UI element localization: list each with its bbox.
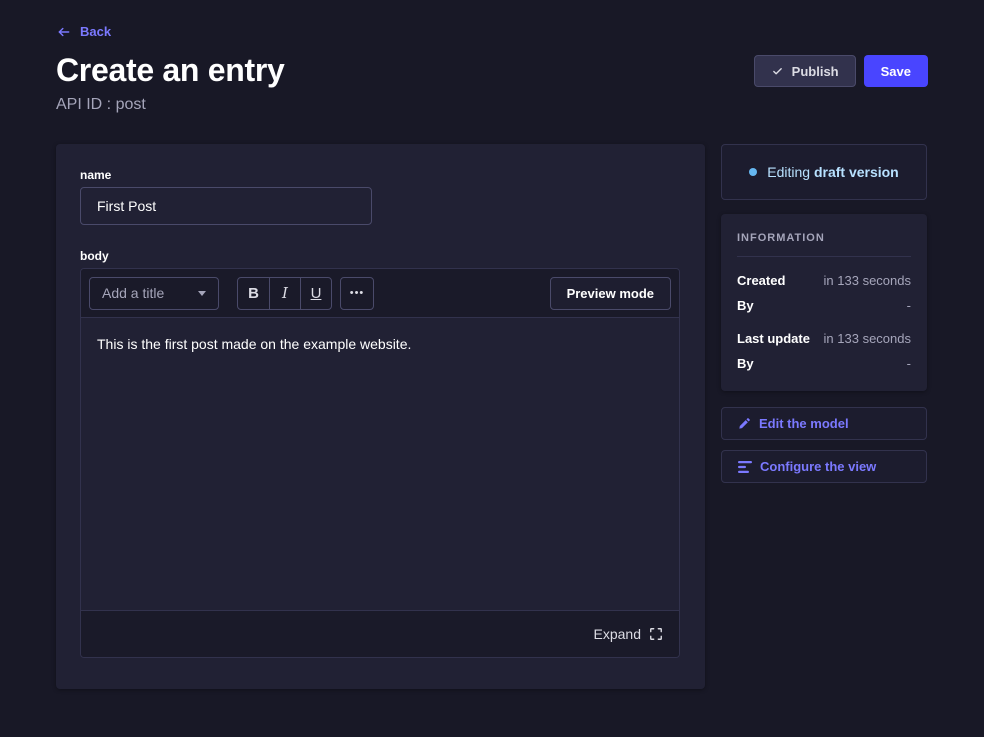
save-label: Save [881,64,911,79]
draft-status-text: Editing draft version [767,164,899,180]
arrow-left-icon [56,25,72,39]
body-text: This is the first post made on the examp… [97,334,663,355]
name-input[interactable] [80,187,372,225]
info-row-created-by: By - [737,298,911,313]
preview-mode-label: Preview mode [567,286,654,301]
draft-status-banner: Editing draft version [721,144,927,200]
configure-view-button[interactable]: Configure the view [721,450,927,483]
name-field-label: name [80,168,681,182]
body-field-label: body [80,249,681,263]
editor-footer: Expand [81,610,679,657]
publish-button[interactable]: Publish [754,55,856,87]
pencil-icon [738,417,751,430]
information-divider [737,256,911,257]
info-row-created: Created in 133 seconds [737,273,911,288]
chevron-down-icon [198,291,206,296]
back-link[interactable]: Back [56,24,111,39]
rich-text-editor: Add a title B I U ••• Preview mode [80,268,680,658]
expand-button[interactable]: Expand [594,626,663,642]
page-header: Create an entry API ID : post Publish Sa… [56,53,928,114]
draft-status-emphasis: draft version [814,164,899,180]
draft-status-dot-icon [749,168,757,176]
header-actions: Publish Save [754,55,928,87]
expand-icon [649,627,663,641]
info-value: in 133 seconds [824,273,911,288]
edit-model-label: Edit the model [759,416,849,431]
expand-label: Expand [594,626,641,642]
information-heading: INFORMATION [737,232,911,244]
info-row-last-update: Last update in 133 seconds [737,331,911,346]
more-options-button[interactable]: ••• [340,277,374,310]
info-value: - [907,298,911,313]
info-row-updated-by: By - [737,356,911,371]
save-button[interactable]: Save [864,55,928,87]
underline-button[interactable]: U [300,278,331,309]
info-label: By [737,298,754,313]
draft-status-prefix: Editing [767,164,814,180]
content-area: name body Add a title B I U [56,144,928,689]
preview-mode-button[interactable]: Preview mode [550,277,671,310]
information-panel: INFORMATION Created in 133 seconds By - … [721,214,927,391]
info-label: Last update [737,331,810,346]
check-icon [771,66,784,77]
info-label: Created [737,273,785,288]
format-button-group: B I U [237,277,332,310]
title-style-select[interactable]: Add a title [89,277,219,310]
publish-label: Publish [792,64,839,79]
configure-view-label: Configure the view [760,459,876,474]
title-style-value: Add a title [102,285,164,301]
edit-model-button[interactable]: Edit the model [721,407,927,440]
body-field: body Add a title B I U ••• [80,249,681,658]
page-title: Create an entry [56,53,285,88]
info-label: By [737,356,754,371]
italic-button[interactable]: I [269,278,300,309]
entry-sidebar: Editing draft version INFORMATION Create… [721,144,927,689]
api-id-subtitle: API ID : post [56,96,285,114]
bold-button[interactable]: B [238,278,269,309]
info-value: in 133 seconds [824,331,911,346]
create-entry-page: Back Create an entry API ID : post Publi… [0,0,984,737]
back-label: Back [80,24,111,39]
body-editor-textarea[interactable]: This is the first post made on the examp… [81,318,679,610]
info-value: - [907,356,911,371]
editor-toolbar: Add a title B I U ••• Preview mode [81,269,679,318]
entry-form-card: name body Add a title B I U [56,144,705,689]
list-layout-icon [738,461,752,473]
